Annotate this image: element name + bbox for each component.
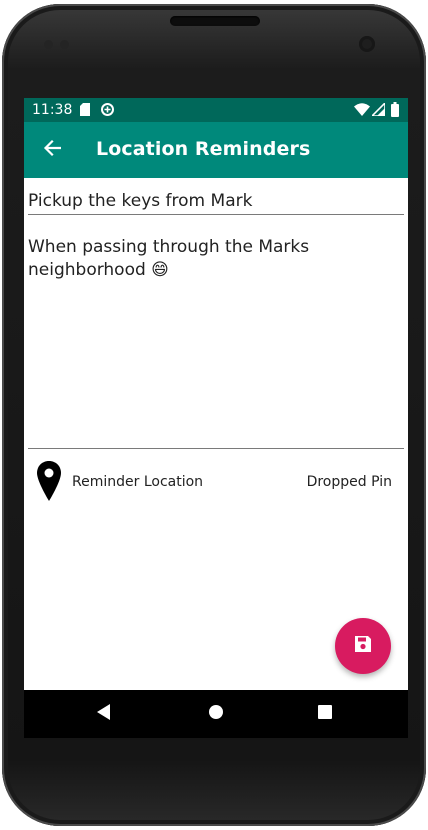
status-time: 11:38	[32, 102, 73, 118]
earpiece-speaker	[170, 16, 260, 26]
data-saver-icon	[100, 102, 115, 122]
sd-card-icon	[80, 103, 90, 121]
select-location-row[interactable]: Reminder Location Dropped Pin	[24, 458, 408, 506]
map-pin-icon	[36, 460, 62, 507]
status-bar: 11:38	[24, 98, 408, 122]
sensor-dots	[44, 40, 74, 50]
nav-recents-button[interactable]	[313, 702, 337, 726]
wifi-icon	[354, 103, 370, 121]
battery-icon	[391, 102, 399, 122]
save-reminder-button[interactable]	[335, 618, 391, 674]
app-title: Location Reminders	[96, 138, 311, 160]
system-navigation-bar	[24, 690, 408, 738]
front-camera	[359, 36, 375, 52]
save-icon	[353, 634, 373, 659]
nav-back-button[interactable]	[92, 702, 116, 726]
recents-square-icon	[318, 704, 332, 724]
app-bar: Location Reminders	[24, 122, 408, 178]
screen: 11:38 Location Reminders Pickup the keys…	[24, 98, 408, 738]
phone-frame: 11:38 Location Reminders Pickup the keys…	[2, 4, 426, 826]
back-button[interactable]	[36, 134, 68, 166]
back-triangle-icon	[97, 703, 111, 725]
reminder-location-label: Reminder Location	[72, 474, 204, 490]
selected-location-value: Dropped Pin	[306, 474, 392, 490]
signal-icon	[370, 101, 386, 121]
nav-home-button[interactable]	[204, 702, 228, 726]
home-circle-icon	[208, 704, 224, 725]
arrow-back-icon	[43, 139, 62, 162]
reminder-description-input[interactable]: When passing through the Marks neighborh…	[28, 236, 404, 449]
reminder-title-input[interactable]	[28, 188, 404, 215]
